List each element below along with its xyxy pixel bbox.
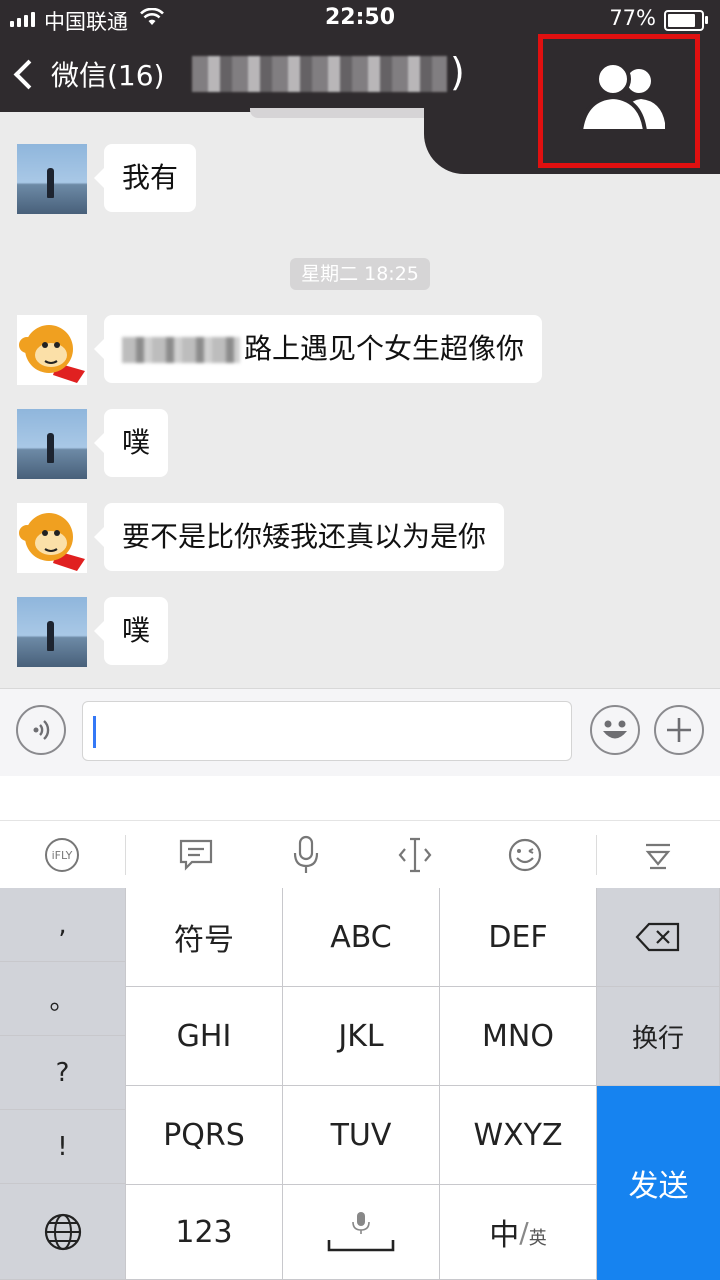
message-input[interactable] [82, 701, 572, 761]
space-key[interactable] [283, 1185, 440, 1280]
timestamp: 星期二 18:25 [290, 258, 430, 290]
plus-button[interactable] [654, 705, 704, 755]
key-en-label: 英 [528, 1228, 547, 1249]
language-button[interactable] [0, 1184, 126, 1280]
input-bar [0, 688, 720, 777]
key-ghi[interactable]: GHI [126, 987, 283, 1086]
ifly-icon: iFLY [45, 838, 79, 872]
cursor-icon [398, 837, 432, 873]
globe-icon [44, 1213, 81, 1250]
chat-area[interactable]: 我有 星期二 18:25 路上遇见个女生超像你 噗 要不是比你矮我还真以为是你 … [0, 112, 720, 688]
smile-button[interactable] [505, 835, 545, 875]
keyboard: , 。 ? ! 符号 ABC DEF GHI JKL MNO PQRS TUV … [0, 888, 720, 1280]
key-123[interactable]: 123 [126, 1185, 283, 1280]
collapse-icon [645, 843, 671, 870]
keyboard-toolbar: iFLY [0, 820, 720, 889]
key-pqrs[interactable]: PQRS [126, 1086, 283, 1185]
chat-title-redacted [192, 56, 447, 92]
key-zh-label: 中 [489, 1218, 520, 1253]
cursor-button[interactable] [395, 835, 435, 875]
svg-text:iFLY: iFLY [52, 849, 73, 862]
battery-percent: 77% [609, 6, 656, 30]
message-bubble[interactable]: 要不是比你矮我还真以为是你 [93, 503, 505, 571]
battery-icon [664, 10, 708, 31]
space-mic-icon [327, 1212, 395, 1252]
smile-icon [508, 838, 542, 872]
key-symbols[interactable]: 符号 [126, 888, 283, 987]
avatar[interactable] [17, 144, 87, 214]
monkey-avatar-icon [19, 513, 85, 571]
message-text: 路上遇见个女生超像你 [244, 332, 525, 365]
avatar[interactable] [17, 597, 87, 667]
message-row: 要不是比你矮我还真以为是你 [17, 503, 505, 573]
key-jkl[interactable]: JKL [283, 987, 440, 1086]
avatar[interactable] [17, 409, 87, 479]
comment-button[interactable] [176, 835, 216, 875]
key-def[interactable]: DEF [440, 888, 597, 987]
redacted-text [122, 337, 240, 363]
input-spacer [0, 776, 720, 820]
message-row: 我有 [17, 144, 197, 214]
key-abc[interactable]: ABC [283, 888, 440, 987]
emoji-button[interactable] [590, 705, 640, 755]
message-bubble[interactable]: 噗 [93, 597, 169, 665]
emoji-icon [603, 720, 627, 739]
avatar[interactable] [17, 315, 87, 385]
text-caret [93, 716, 96, 748]
key-comma[interactable]: , [0, 888, 126, 962]
mic-button[interactable] [286, 835, 326, 875]
key-wxyz[interactable]: WXYZ [440, 1086, 597, 1185]
monkey-avatar-icon [19, 325, 85, 383]
collapse-keyboard-button[interactable] [638, 835, 678, 875]
backspace-button[interactable] [597, 888, 720, 987]
avatar[interactable] [17, 503, 87, 573]
message-row: 噗 [17, 409, 169, 479]
chevron-left-icon [13, 59, 44, 89]
back-label: 微信(16) [51, 59, 165, 92]
message-bubble[interactable]: 噗 [93, 409, 169, 477]
voice-icon [33, 720, 50, 740]
key-exclamation[interactable]: ! [0, 1110, 126, 1184]
comment-icon [179, 839, 213, 871]
message-row: 噗 [17, 597, 169, 667]
back-button[interactable]: 微信(16) [13, 54, 165, 94]
chat-title-suffix: ) [450, 50, 465, 94]
message-bubble[interactable]: 我有 [93, 144, 197, 212]
key-mno[interactable]: MNO [440, 987, 597, 1086]
message-row: 路上遇见个女生超像你 [17, 315, 543, 385]
key-period[interactable]: 。 [0, 962, 126, 1036]
ifly-button[interactable]: iFLY [42, 835, 82, 875]
send-button[interactable]: 发送 [597, 1086, 720, 1280]
enter-key[interactable]: 换行 [597, 987, 720, 1086]
plus-icon [667, 718, 691, 742]
message-bubble[interactable]: 路上遇见个女生超像你 [93, 315, 543, 383]
backspace-icon [635, 922, 680, 952]
status-bar: 中国联通 22:50 77% [0, 0, 720, 38]
key-tuv[interactable]: TUV [283, 1086, 440, 1185]
key-question[interactable]: ? [0, 1036, 126, 1110]
key-zh-en[interactable]: 中 / 英 [440, 1185, 597, 1280]
mic-icon [293, 835, 319, 873]
voice-button[interactable] [16, 705, 66, 755]
